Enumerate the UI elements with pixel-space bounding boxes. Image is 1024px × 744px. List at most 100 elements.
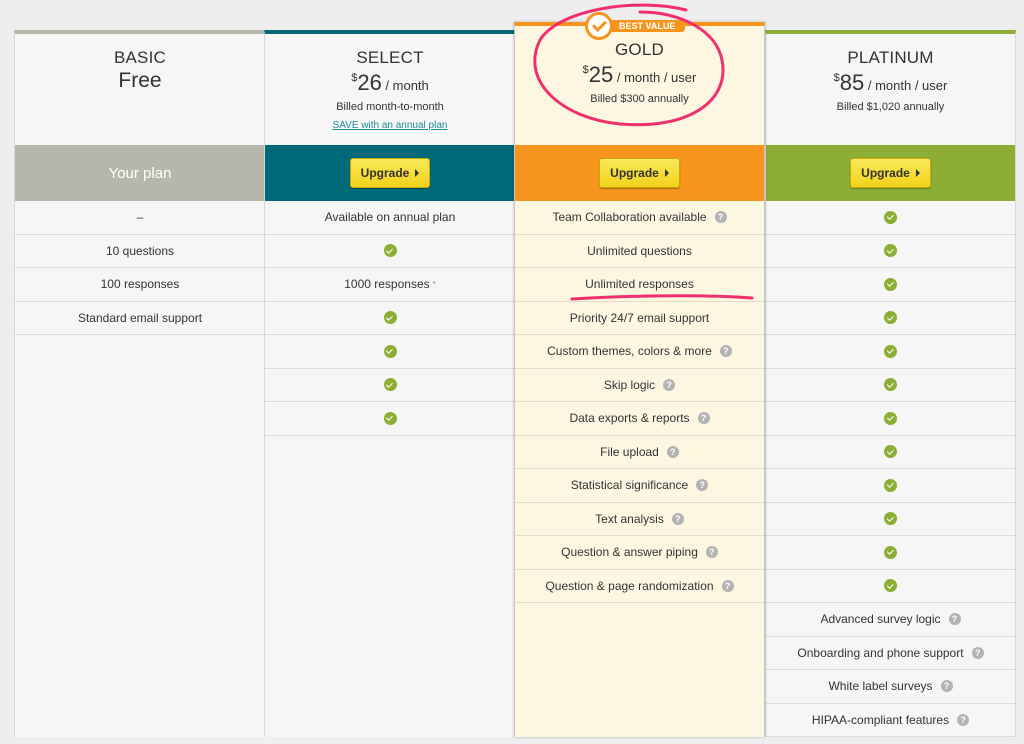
feature-row — [265, 369, 515, 402]
price-amount: 85 — [839, 70, 865, 95]
feature-row: Data exports & reports? — [515, 402, 764, 436]
plan-action-band: Upgrade — [265, 145, 515, 201]
plan-action-band: Upgrade — [766, 145, 1015, 201]
feature-row — [766, 302, 1015, 335]
help-icon[interactable]: ? — [696, 479, 709, 492]
caret-right-icon — [415, 169, 420, 177]
check-circle-icon — [884, 445, 897, 459]
check-circle-icon — [884, 244, 897, 258]
billing-note: Billed $1,020 annually — [836, 101, 945, 113]
check-circle-icon — [884, 378, 897, 392]
feature-row: 1000 responses * — [265, 268, 515, 302]
feature-text: 100 responses — [100, 277, 180, 292]
feature-list: – 10 questions 100 responses Standard email… — [15, 201, 265, 335]
feature-text: White label surveys — [828, 679, 933, 694]
plan-name: BASIC — [113, 48, 167, 67]
check-circle-icon — [884, 344, 897, 358]
help-icon[interactable]: ? — [671, 512, 684, 525]
help-icon[interactable]: ? — [957, 713, 970, 726]
price-amount: 26 — [357, 70, 382, 95]
check-circle-icon — [884, 210, 897, 224]
feature-text: Skip logic — [603, 377, 656, 392]
feature-list: Team Collaboration available? Unlimited q… — [515, 201, 764, 603]
feature-row: Question & answer piping? — [515, 536, 764, 570]
feature-row — [766, 570, 1015, 603]
billing-note: Billed month-to-month — [336, 101, 444, 113]
feature-row: Standard email support — [15, 302, 265, 335]
upgrade-button-gold[interactable]: Upgrade — [599, 158, 680, 188]
currency-symbol: $ — [833, 72, 840, 84]
help-icon[interactable]: ? — [714, 211, 727, 224]
plan-price: $26 / month — [265, 70, 515, 96]
feature-text: Unlimited questions — [587, 243, 692, 258]
help-icon[interactable]: ? — [940, 680, 953, 693]
billing-note: Billed $300 annually — [590, 93, 689, 105]
plan-header: GOLD $25 / month / user Billed $300 annu… — [515, 26, 764, 145]
feature-text: Advanced survey logic — [820, 612, 941, 627]
check-circle-icon — [884, 545, 897, 559]
feature-text: 10 questions — [105, 243, 175, 258]
check-circle-icon — [884, 512, 897, 526]
feature-text: Standard email support — [77, 310, 203, 325]
caret-right-icon — [664, 169, 669, 177]
upgrade-button-platinum[interactable]: Upgrade — [850, 158, 931, 188]
feature-row — [766, 536, 1015, 570]
upgrade-label: Upgrade — [861, 166, 910, 180]
feature-row — [766, 402, 1015, 436]
plan-name: PLATINUM — [847, 48, 934, 67]
feature-row: Unlimited questions — [515, 235, 764, 268]
plan-action-band: Upgrade — [515, 145, 764, 201]
currency-symbol: $ — [582, 64, 589, 76]
plan-price: $85 / month / user — [766, 70, 1015, 96]
feature-row: Custom themes, colors & more? — [515, 335, 764, 369]
feature-row — [265, 402, 515, 436]
plan-column-gold: BEST VALUE GOLD $25 / month / user Bille… — [514, 12, 765, 737]
check-circle-icon — [884, 411, 897, 425]
feature-list: Available on annual plan 1000 responses * — [265, 201, 515, 436]
upgrade-button-select[interactable]: Upgrade — [349, 158, 431, 188]
check-circle-icon — [884, 311, 897, 325]
feature-row: Priority 24/7 email support — [515, 302, 764, 335]
feature-row — [265, 335, 515, 369]
feature-text: HIPAA-compliant features — [811, 712, 950, 727]
caret-right-icon — [915, 169, 920, 177]
feature-row: Question & page randomization? — [515, 570, 764, 603]
plan-header: BASIC Free — [15, 34, 265, 145]
plan-name: GOLD — [615, 40, 664, 59]
current-plan-label: Your plan — [108, 164, 172, 182]
plan-header: PLATINUM $85 / month / user Billed $1,02… — [766, 34, 1015, 145]
help-icon[interactable]: ? — [719, 345, 732, 358]
feature-row — [766, 369, 1015, 402]
feature-text: Priority 24/7 email support — [569, 310, 710, 325]
check-circle-icon — [383, 244, 397, 258]
feature-row: 10 questions — [15, 235, 265, 268]
check-circle-icon — [383, 311, 397, 325]
feature-row — [766, 469, 1015, 503]
plan-column-select: SELECT $26 / month Billed month-to-month… — [264, 30, 515, 737]
help-icon[interactable]: ? — [705, 546, 718, 559]
help-icon[interactable]: ? — [971, 646, 984, 659]
best-value-badge: BEST VALUE — [585, 12, 686, 40]
currency-symbol: $ — [351, 72, 358, 84]
check-circle-icon — [383, 378, 397, 392]
feature-row: Advanced survey logic? — [766, 603, 1015, 637]
plan-column-platinum: PLATINUM $85 / month / user Billed $1,02… — [765, 30, 1016, 737]
help-icon[interactable]: ? — [663, 378, 676, 391]
help-icon[interactable]: ? — [721, 579, 734, 592]
feature-row: HIPAA-compliant features? — [766, 704, 1015, 737]
feature-row: Available on annual plan — [265, 201, 515, 235]
plan-name: SELECT — [356, 48, 424, 67]
save-annual-link[interactable]: SAVE with an annual plan — [333, 120, 448, 131]
feature-text: File upload — [600, 444, 659, 459]
feature-row: Unlimited responses — [515, 268, 764, 302]
help-icon[interactable]: ? — [948, 613, 961, 626]
feature-text: Question & answer piping — [561, 545, 698, 560]
feature-row — [265, 302, 515, 335]
help-icon[interactable]: ? — [666, 445, 679, 458]
help-icon[interactable]: ? — [697, 412, 710, 425]
price-period: / month / user — [864, 78, 948, 93]
feature-row: 100 responses — [15, 268, 265, 302]
feature-text: Custom themes, colors & more — [547, 344, 712, 359]
plan-action-band: Your plan — [15, 145, 265, 201]
plan-header: SELECT $26 / month Billed month-to-month… — [265, 34, 515, 145]
